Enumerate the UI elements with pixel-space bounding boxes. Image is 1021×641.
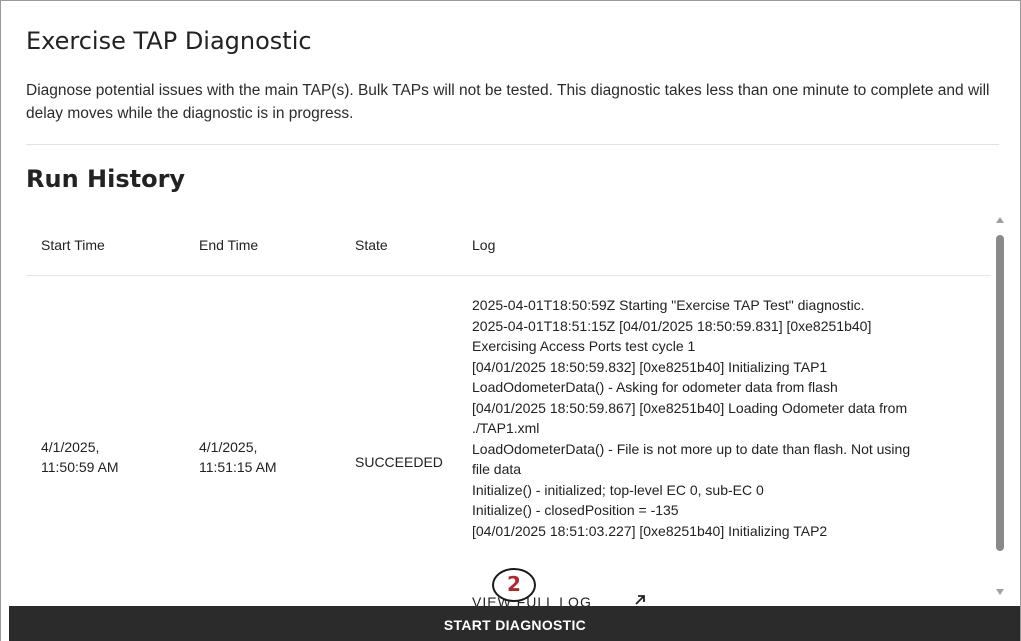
log-line: 2025-04-01T18:50:59Z Starting "Exercise … — [472, 297, 865, 313]
log-line: Exercising Access Ports test cycle 1 — [472, 338, 696, 354]
table-header-divider — [26, 275, 991, 276]
log-line: LoadOdometerData() - Asking for odometer… — [472, 379, 838, 395]
page-title: Exercise TAP Diagnostic — [26, 27, 312, 55]
scrollbar-thumb[interactable] — [996, 235, 1004, 551]
end-time-cell: 4/1/2025, 11:51:15 AM — [199, 437, 277, 477]
state-cell: SUCCEEDED — [355, 454, 443, 470]
start-time-date: 4/1/2025, — [41, 439, 100, 455]
end-time-date: 4/1/2025, — [199, 439, 258, 455]
start-time-cell: 4/1/2025, 11:50:59 AM — [41, 437, 119, 477]
scroll-down-arrow-icon[interactable] — [996, 589, 1004, 595]
log-line: 2025-04-01T18:51:15Z [04/01/2025 18:50:5… — [472, 317, 872, 334]
log-line: [04/01/2025 18:50:59.867] [0xe8251b40] L… — [472, 399, 908, 416]
column-header-start-time[interactable]: Start Time — [41, 237, 105, 253]
log-cell: 2025-04-01T18:50:59Z Starting "Exercise … — [472, 295, 991, 541]
bar-gap — [1, 606, 9, 641]
column-header-state[interactable]: State — [355, 237, 388, 253]
page-description: Diagnose potential issues with the main … — [26, 82, 990, 122]
table-scrollbar[interactable] — [993, 217, 1007, 607]
end-time-clock: 11:51:15 AM — [199, 459, 277, 475]
step-callout-number: 2 — [507, 572, 521, 596]
log-line: Initialize() - initialized; top-level EC… — [472, 481, 764, 498]
log-line: file data — [472, 461, 522, 477]
column-header-end-time[interactable]: End Time — [199, 237, 258, 253]
run-history-title: Run History — [26, 165, 186, 193]
run-history-table[interactable]: Start Time End Time State Log 4/1/2025, … — [26, 219, 991, 609]
section-divider — [26, 144, 999, 145]
start-diagnostic-button[interactable]: START DIAGNOSTIC — [9, 606, 1020, 641]
log-line: LoadOdometerData() - File is not more up… — [472, 440, 911, 457]
step-callout-marker: 2 — [492, 568, 536, 602]
log-line: [04/01/2025 18:51:03.227] [0xe8251b40] I… — [472, 522, 828, 539]
scroll-up-arrow-icon[interactable] — [996, 217, 1004, 223]
column-header-log[interactable]: Log — [472, 237, 495, 253]
diagnostic-panel: Exercise TAP Diagnostic Diagnose potenti… — [0, 0, 1021, 641]
external-link-icon[interactable] — [633, 593, 647, 607]
log-line: ./TAP1.xml — [472, 420, 540, 436]
start-time-clock: 11:50:59 AM — [41, 459, 119, 475]
log-line: Initialize() - closedPosition = -135 — [472, 502, 679, 518]
log-line: [04/01/2025 18:50:59.832] [0xe8251b40] I… — [472, 358, 828, 375]
